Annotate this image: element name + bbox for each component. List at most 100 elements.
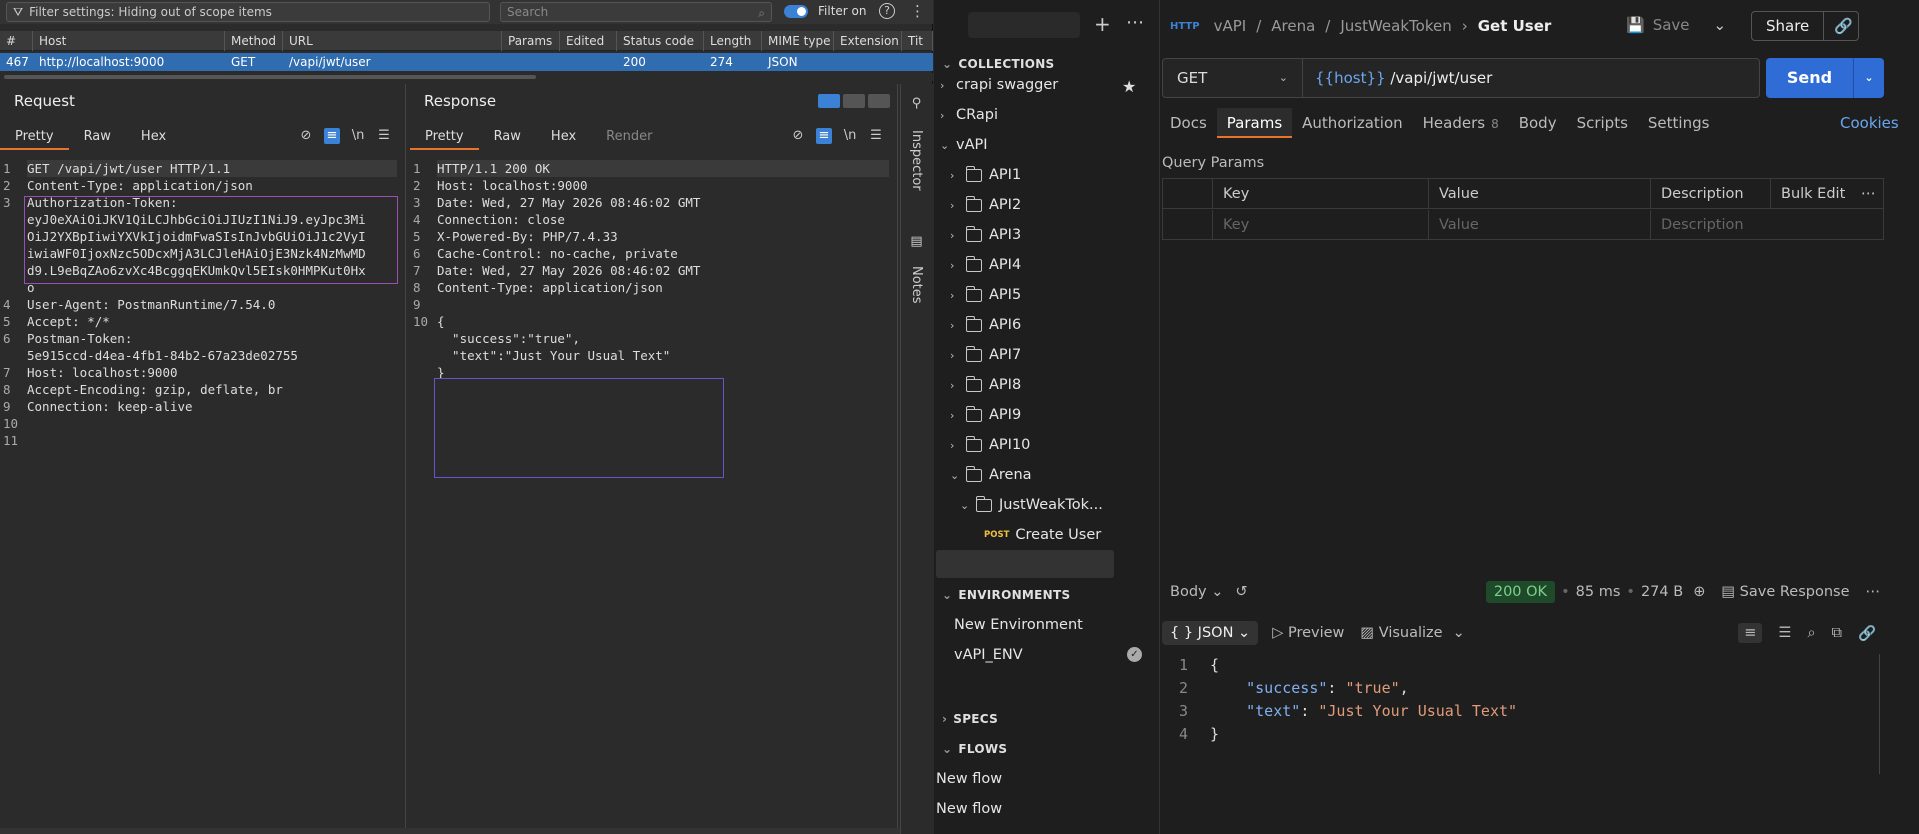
newline-icon[interactable]: \n [350,128,366,144]
sidebar-item[interactable]: › CRapi [940,100,998,130]
chevron-right-icon[interactable]: › [950,349,966,362]
response-body-select[interactable]: Body ⌄ [1170,584,1223,600]
environments-heading[interactable]: ⌄ ENVIRONMENTS [942,588,1070,602]
col-status[interactable]: Status code [617,31,704,51]
bulk-edit-button[interactable]: Bulk Edit [1771,179,1851,209]
tab-render[interactable]: Render [591,128,667,150]
col-number[interactable]: # [0,31,33,51]
sidebar-item[interactable]: › API4 [950,250,1021,280]
chevron-down-icon[interactable]: ⌄ [940,139,956,152]
plus-icon[interactable]: + [1094,12,1111,36]
preview-button[interactable]: ▷ Preview [1272,625,1344,641]
layout-split-icon[interactable] [818,94,840,108]
star-icon[interactable]: ★ [1122,77,1136,96]
more-icon[interactable]: ⋯ [1866,584,1881,600]
col-url[interactable]: URL [283,31,502,51]
filter-toggle[interactable] [784,5,808,18]
sidebar-search-input[interactable] [968,12,1080,38]
inspector-icon[interactable]: ⚲ [909,96,924,111]
wrap-icon[interactable]: ≡ [1738,623,1763,643]
flow-item[interactable]: New flow [936,764,1002,794]
table-row[interactable]: 467 http://localhost:9000 GET /vapi/jwt/… [0,53,933,71]
sidebar-item[interactable]: › API6 [950,310,1021,340]
response-body-code[interactable]: 1{ 2 "success": "true", 3 "text": "Just … [1170,654,1870,746]
sidebar-item[interactable]: › API8 [950,370,1021,400]
url-input[interactable]: {{host}} /vapi/jwt/user [1303,69,1492,87]
request-editor[interactable]: 1 2 3 4 5 6 7 8 9 10 11 GET /vapi/jwt/user HTTP/1.… [0,160,398,814]
globe-icon[interactable]: ⊕ [1693,584,1705,600]
hide-icon[interactable]: ⊘ [298,128,314,144]
horizontal-scrollbar[interactable] [0,73,933,81]
key-input[interactable]: Key [1213,210,1429,240]
environment-item[interactable]: vAPI_ENV [954,640,1023,670]
tab-settings[interactable]: Settings [1638,108,1720,138]
wrap-icon[interactable]: ≡ [324,128,340,144]
chevron-down-icon[interactable]: ⌄ [1714,16,1727,34]
tab-hex[interactable]: Hex [536,128,591,150]
save-response-button[interactable]: ▤ Save Response [1721,584,1849,600]
sidebar-item[interactable]: › crapi swagger [940,70,1058,100]
sidebar-item[interactable]: › API10 [950,430,1030,460]
col-mime[interactable]: MIME type [762,31,834,51]
sidebar-item[interactable]: ⌄ JustWeakTok... [960,490,1103,520]
response-size[interactable]: 274 B [1641,584,1683,600]
tab-raw[interactable]: Raw [479,128,536,150]
col-title[interactable]: Tit [902,31,933,51]
breadcrumb-item[interactable]: Arena [1271,17,1315,35]
tab-raw[interactable]: Raw [69,128,126,150]
sidebar-item[interactable]: › API7 [950,340,1021,370]
value-input[interactable]: Value [1429,210,1651,240]
chevron-down-icon[interactable]: ⌄ [960,499,976,512]
sidebar-item[interactable]: › API5 [950,280,1021,310]
chevron-down-icon[interactable]: ⌄ [1453,625,1465,641]
menu-icon[interactable]: ☰ [868,128,884,144]
tab-pretty[interactable]: Pretty [0,128,69,150]
col-method[interactable]: Method [225,31,283,51]
chevron-right-icon[interactable]: › [950,229,966,242]
response-time[interactable]: 85 ms [1576,584,1621,600]
col-length[interactable]: Length [704,31,762,51]
flow-item[interactable]: New flow [936,794,1002,824]
layout-horizontal-icon[interactable] [843,94,865,108]
chevron-down-icon[interactable]: ⌄ [1854,58,1884,98]
wrap-icon[interactable]: ≡ [816,128,832,144]
history-icon[interactable]: ↺ [1235,584,1247,600]
col-host[interactable]: Host [33,31,225,51]
link-icon[interactable]: 🔗 [1858,625,1876,642]
notes-icon[interactable]: ▤ [909,234,924,249]
newline-icon[interactable]: \n [842,128,858,144]
link-icon[interactable]: 🔗 [1824,17,1863,35]
more-options-icon[interactable]: ⋮ [910,2,925,20]
status-badge[interactable]: 200 OK [1485,581,1556,603]
filter-settings-box[interactable]: ⛛ Filter settings: Hiding out of scope i… [6,2,490,22]
chevron-right-icon[interactable]: › [950,169,966,182]
tab-headers[interactable]: Headers 8 [1413,108,1509,138]
tab-body[interactable]: Body [1509,108,1567,138]
share-button[interactable]: Share 🔗 [1751,11,1859,41]
more-icon[interactable]: ⋯ [1851,179,1881,209]
response-editor[interactable]: 1 2 3 4 5 6 7 8 9 10 HTTP/1.1 200 OK Host: localho… [410,160,889,814]
tab-pretty[interactable]: Pretty [410,128,479,150]
tab-authorization[interactable]: Authorization [1292,108,1412,138]
chevron-right-icon[interactable]: › [950,259,966,272]
col-edited[interactable]: Edited [560,31,617,51]
sidebar-item[interactable]: › API2 [950,190,1021,220]
send-button[interactable]: Send ⌄ [1766,58,1884,98]
save-button[interactable]: 💾 Save ⌄ [1626,16,1726,34]
chevron-right-icon[interactable]: › [950,289,966,302]
chevron-right-icon[interactable]: › [940,79,956,92]
filter-icon[interactable]: ☰ [1778,625,1791,641]
tab-params[interactable]: Params [1216,108,1293,138]
chevron-right-icon[interactable]: › [950,319,966,332]
collections-heading[interactable]: ⌄ COLLECTIONS [942,57,1055,71]
environment-item[interactable]: New Environment [954,610,1083,640]
chevron-right-icon[interactable]: › [950,439,966,452]
format-select[interactable]: { } JSON ⌄ [1162,621,1259,645]
help-icon[interactable]: ? [879,3,895,19]
chevron-right-icon[interactable]: › [950,199,966,212]
description-input[interactable]: Description [1651,210,1883,240]
sidebar-item[interactable]: › API9 [950,400,1021,430]
breadcrumb-item[interactable]: vAPI [1214,17,1247,35]
notes-tab[interactable]: Notes [909,266,924,304]
tab-docs[interactable]: Docs [1160,108,1217,138]
